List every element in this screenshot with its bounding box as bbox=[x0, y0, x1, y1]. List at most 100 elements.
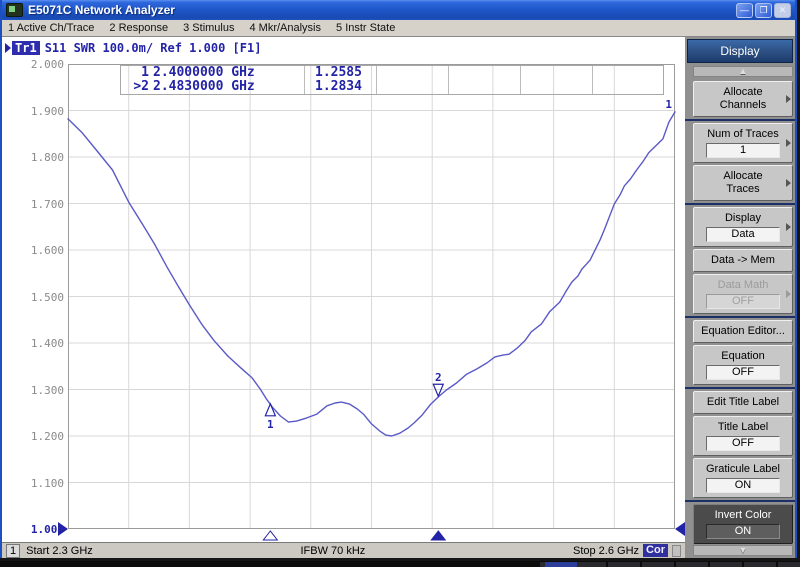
status-bar-right: Stop 2.6 GHz Cor bbox=[573, 544, 681, 557]
marker-table-divider bbox=[304, 66, 305, 94]
taskbar-segments bbox=[540, 562, 800, 567]
y-tick-label: 1.600 bbox=[22, 244, 64, 257]
marker-readout-row: >2 2.4830000 GHz 1.2834 bbox=[121, 80, 663, 94]
chevron-right-icon bbox=[786, 95, 791, 103]
softkey-allocate-traces[interactable]: Allocate Traces bbox=[693, 165, 793, 201]
stimulus-marker-2-icon[interactable] bbox=[431, 531, 445, 540]
reference-level-right-icon[interactable] bbox=[675, 522, 685, 536]
channel-indicator: 1 bbox=[6, 544, 20, 558]
softkey-label: Graticule Label bbox=[696, 463, 790, 476]
close-icon: ✕ bbox=[779, 6, 787, 15]
menu-item[interactable]: 1 Active Ch/Trace bbox=[8, 22, 94, 34]
y-tick-label: 1.000 bbox=[22, 523, 64, 536]
softkey-group-separator bbox=[685, 316, 795, 318]
desktop: E5071C Network Analyzer — ❐ ✕ 1 Active C… bbox=[0, 0, 800, 567]
ifbw-label: IFBW 70 kHz bbox=[93, 545, 573, 557]
scroll-up-button[interactable]: ▲ bbox=[693, 66, 793, 77]
marker-readout-row: 1 2.4000000 GHz 1.2585 bbox=[121, 66, 663, 80]
y-tick-label: 1.700 bbox=[22, 198, 64, 211]
window-controls: — ❐ ✕ bbox=[736, 3, 791, 18]
y-tick-label: 2.000 bbox=[22, 58, 64, 71]
softkey-graticule-label[interactable]: Graticule Label ON bbox=[693, 458, 793, 498]
menu-item[interactable]: 4 Mkr/Analysis bbox=[249, 22, 321, 34]
chevron-right-icon bbox=[786, 290, 791, 298]
softkey-label: Equation bbox=[696, 350, 790, 363]
softkey-num-of-traces[interactable]: Num of Traces 1 bbox=[693, 123, 793, 163]
softkey-data-math[interactable]: Data MathOFF bbox=[693, 274, 793, 314]
trace-id-badge[interactable]: Tr1 bbox=[12, 41, 40, 55]
correction-badge: Cor bbox=[643, 544, 668, 557]
maximize-icon: ❐ bbox=[759, 6, 767, 15]
active-trace-arrow-icon bbox=[5, 43, 11, 53]
marker-stimulus: 2.4000000 GHz bbox=[153, 66, 311, 80]
status-bar: 1 Start 2.3 GHz IFBW 70 kHz Stop 2.6 GHz… bbox=[2, 542, 685, 558]
y-tick-label: 1.500 bbox=[22, 291, 64, 304]
scroll-down-icon: ▼ bbox=[739, 546, 748, 555]
marker-table-divider bbox=[520, 66, 521, 94]
softkey-equation-editor[interactable]: Equation Editor... bbox=[693, 320, 793, 343]
softkey-label: Edit Title Label bbox=[696, 396, 790, 409]
trace-header: Tr1 S11 SWR 100.0m/ Ref 1.000 [F1] bbox=[5, 41, 261, 55]
marker-table-divider bbox=[448, 66, 449, 94]
minimize-icon: — bbox=[740, 6, 749, 15]
marker-number: >2 bbox=[125, 80, 149, 94]
softkey-invert-color[interactable]: Invert ColorON bbox=[693, 504, 793, 544]
app-icon bbox=[6, 3, 23, 17]
menu-item[interactable]: 3 Stimulus bbox=[183, 22, 234, 34]
chevron-right-icon bbox=[786, 139, 791, 147]
softkey-label: Title Label bbox=[696, 421, 790, 434]
softkey-value: OFF bbox=[706, 365, 780, 380]
softkey-title-label[interactable]: Title LabelOFF bbox=[693, 416, 793, 456]
stimulus-marker-1-icon[interactable] bbox=[263, 531, 277, 540]
softkey-equation[interactable]: Equation OFF bbox=[693, 345, 793, 385]
title-bar[interactable]: E5071C Network Analyzer — ❐ ✕ bbox=[2, 0, 795, 20]
softkey-group-separator bbox=[685, 500, 795, 502]
softkey-label: Allocate Channels bbox=[696, 86, 790, 112]
softkey-display[interactable]: DisplayData bbox=[693, 207, 793, 247]
softkey-menu-title: Display bbox=[687, 39, 793, 63]
softkey-group-separator bbox=[685, 119, 795, 121]
marker-value: 1.2834 bbox=[315, 80, 663, 94]
scroll-up-icon: ▲ bbox=[739, 67, 748, 76]
softkey-allocate-channels[interactable]: Allocate Channels bbox=[693, 81, 793, 117]
marker-2-label: 2 bbox=[435, 371, 442, 384]
instrument-screen: 1 1 2 Tr1 S11 SWR 100.0m/ Ref 1.000 [F1] 2… bbox=[2, 37, 685, 558]
softkey-label: Data -> Mem bbox=[696, 254, 790, 267]
softkey-label: Num of Traces bbox=[696, 128, 790, 141]
minimize-button[interactable]: — bbox=[736, 3, 753, 18]
menu-item[interactable]: 5 Instr State bbox=[336, 22, 395, 34]
marker-table-divider bbox=[376, 66, 377, 94]
softkey-value: 1 bbox=[706, 143, 780, 158]
maximize-button[interactable]: ❐ bbox=[755, 3, 772, 18]
softkey-value: ON bbox=[706, 478, 780, 493]
app-window: E5071C Network Analyzer — ❐ ✕ 1 Active C… bbox=[0, 0, 797, 558]
chevron-right-icon bbox=[786, 179, 791, 187]
softkey-value: ON bbox=[706, 524, 780, 539]
taskbar-active-segment[interactable] bbox=[545, 562, 577, 567]
softkey-value: OFF bbox=[706, 294, 780, 309]
scroll-down-button[interactable]: ▼ bbox=[693, 545, 793, 556]
start-frequency-label: Start 2.3 GHz bbox=[26, 545, 93, 557]
chevron-right-icon bbox=[786, 223, 791, 231]
y-tick-label: 1.200 bbox=[22, 430, 64, 443]
y-tick-label: 1.300 bbox=[22, 384, 64, 397]
menu-item[interactable]: 2 Response bbox=[109, 22, 168, 34]
softkey-group-separator bbox=[685, 203, 795, 205]
softkey-edit-title-label[interactable]: Edit Title Label bbox=[693, 391, 793, 414]
softkey-sidebar: Display ▲ Allocate Channels Num of Traces… bbox=[685, 37, 795, 558]
trace-measurement-label: S11 SWR 100.0m/ Ref 1.000 [F1] bbox=[45, 41, 262, 55]
stop-frequency-label: Stop 2.6 GHz bbox=[573, 545, 639, 557]
y-tick-label: 1.900 bbox=[22, 105, 64, 118]
close-button[interactable]: ✕ bbox=[774, 3, 791, 18]
softkey-data-mem[interactable]: Data -> Mem bbox=[693, 249, 793, 272]
marker-value: 1.2585 bbox=[315, 66, 663, 80]
y-tick-label: 1.800 bbox=[22, 151, 64, 164]
y-tick-label: 1.100 bbox=[22, 477, 64, 490]
softkey-label: Display bbox=[696, 212, 790, 225]
menu-bar: 1 Active Ch/Trace 2 Response 3 Stimulus 4 M… bbox=[2, 20, 795, 37]
marker-stimulus: 2.4830000 GHz bbox=[153, 80, 311, 94]
window-title: E5071C Network Analyzer bbox=[28, 3, 736, 17]
marker-number: 1 bbox=[125, 66, 149, 80]
marker-readout-box: 1 2.4000000 GHz 1.2585 >2 2.4830000 GHz … bbox=[120, 65, 664, 95]
trace-end-label: 1 bbox=[665, 98, 672, 111]
